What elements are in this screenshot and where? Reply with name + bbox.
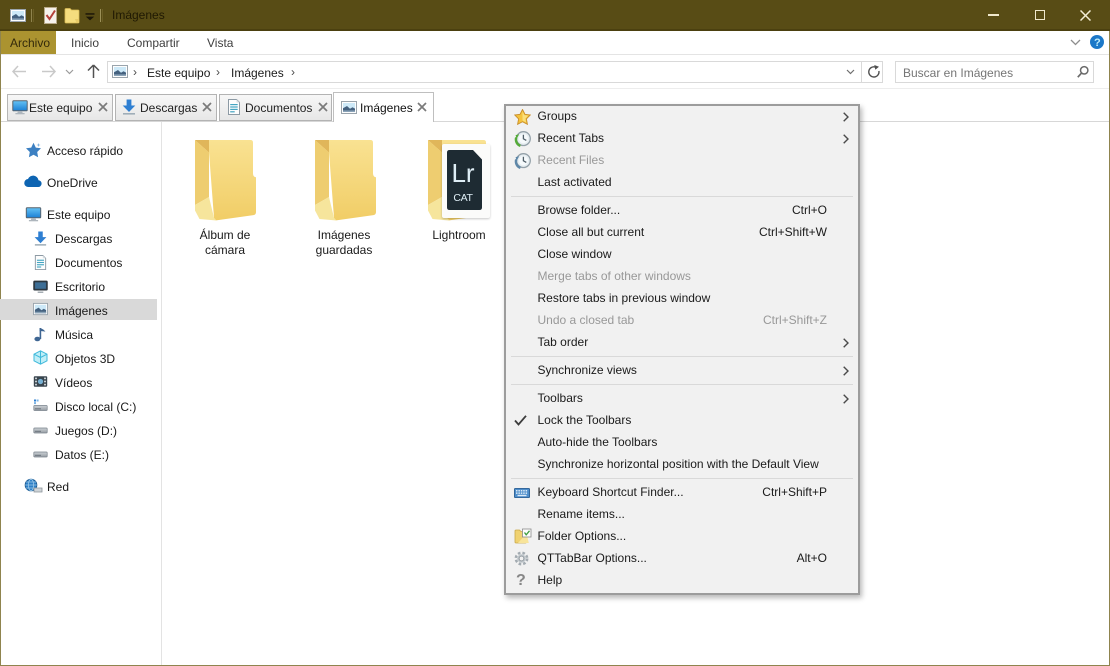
svg-text:Lr: Lr: [451, 158, 474, 188]
svg-text:CAT: CAT: [453, 192, 473, 204]
